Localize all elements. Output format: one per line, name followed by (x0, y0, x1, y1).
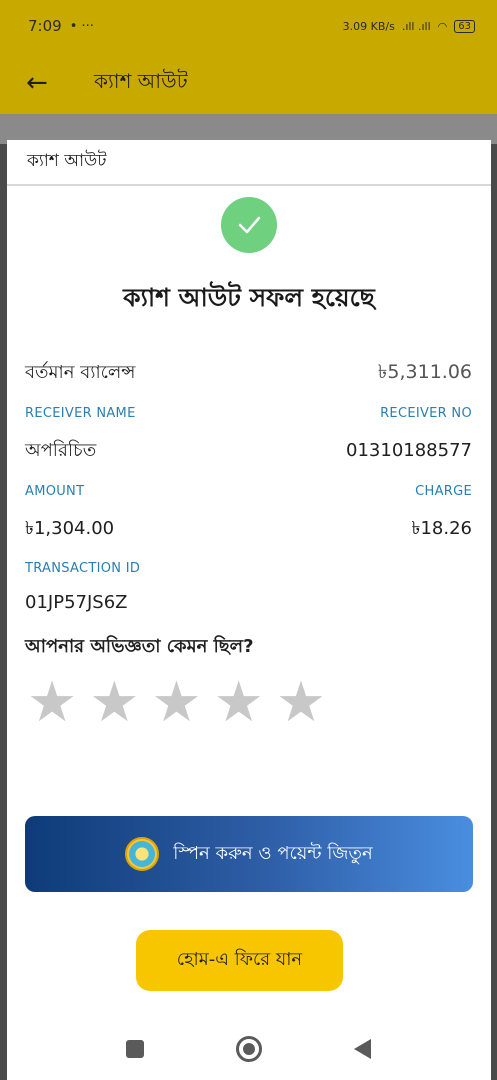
rating-question: আপনার অভিজ্ঞতা কেমন ছিল? (25, 636, 254, 657)
transaction-id-value: 01JP57JS6Z (25, 592, 128, 613)
amount-label: AMOUNT (25, 484, 85, 499)
battery-icon: 63 (454, 19, 475, 33)
balance-value: ৳5,311.06 (377, 361, 472, 383)
net-speed: 3.09 KB/s (342, 19, 395, 33)
go-home-button[interactable]: হোম-এ ফিরে যান (136, 930, 343, 991)
home-icon[interactable] (236, 1036, 262, 1062)
amount-values-row: ৳1,304.00 ৳18.26 (25, 514, 472, 545)
star-icon[interactable]: ★ (89, 675, 139, 731)
nav-back-icon[interactable] (354, 1039, 371, 1059)
app-bar: ← ক্যাশ আউট (0, 52, 497, 114)
amount-labels-row: AMOUNT CHARGE (25, 484, 472, 499)
spin-win-button[interactable]: স্পিন করুন ও পয়েন্ট জিতুন (25, 816, 473, 892)
sheet-title: ক্যাশ আউট (7, 140, 491, 186)
transaction-value-row: 01JP57JS6Z (25, 592, 472, 613)
back-arrow-icon[interactable]: ← (26, 68, 66, 98)
cash-out-sheet: ক্যাশ আউট ক্যাশ আউট সফল হয়েছে বর্তমান ব… (7, 140, 491, 1080)
star-icon[interactable]: ★ (214, 675, 264, 731)
wifi-icon: ◠ (437, 19, 448, 33)
system-nav-bar (0, 1018, 497, 1080)
amount-value: ৳1,304.00 (25, 518, 115, 539)
rating-stars: ★ ★ ★ ★ ★ (27, 675, 326, 731)
transaction-id-label: TRANSACTION ID (25, 561, 141, 576)
receiver-labels-row: RECEIVER NAME RECEIVER NO (25, 406, 472, 421)
receiver-name-label: RECEIVER NAME (25, 406, 136, 421)
receiver-no-value: 01310188577 (346, 440, 472, 461)
balance-row: বর্তমান ব্যালেন্স ৳5,311.06 (25, 358, 472, 390)
star-icon[interactable]: ★ (276, 675, 326, 731)
status-bar: 7:09 • ··· 3.09 KB/s .ıll .ıll ◠ 63 (0, 0, 497, 52)
star-icon[interactable]: ★ (27, 675, 77, 731)
balance-label: বর্তমান ব্যালেন্স (25, 362, 136, 383)
charge-label: CHARGE (415, 484, 472, 499)
star-icon[interactable]: ★ (151, 675, 201, 731)
success-check-icon (221, 197, 277, 253)
status-time: 7:09 (28, 17, 62, 35)
spin-win-label: স্পিন করুন ও পয়েন্ট জিতুন (173, 842, 373, 864)
receiver-name-value: অপরিচিত (25, 440, 97, 461)
recent-apps-icon[interactable] (126, 1040, 144, 1058)
app-bar-title: ক্যাশ আউট (94, 68, 188, 93)
rating-question-row: আপনার অভিজ্ঞতা কেমন ছিল? (25, 632, 472, 663)
receiver-values-row: অপরিচিত 01310188577 (25, 436, 472, 467)
success-headline: ক্যাশ আউট সফল হয়েছে (123, 283, 375, 312)
signal-icon: .ıll .ıll (401, 19, 431, 33)
status-right-icons: 3.09 KB/s .ıll .ıll ◠ 63 (342, 19, 475, 33)
charge-value: ৳18.26 (411, 518, 473, 539)
spin-wheel-icon (125, 837, 160, 871)
receiver-no-label: RECEIVER NO (380, 406, 472, 421)
transaction-label-row: TRANSACTION ID (25, 561, 472, 576)
status-notification-icons: • ··· (69, 18, 94, 34)
